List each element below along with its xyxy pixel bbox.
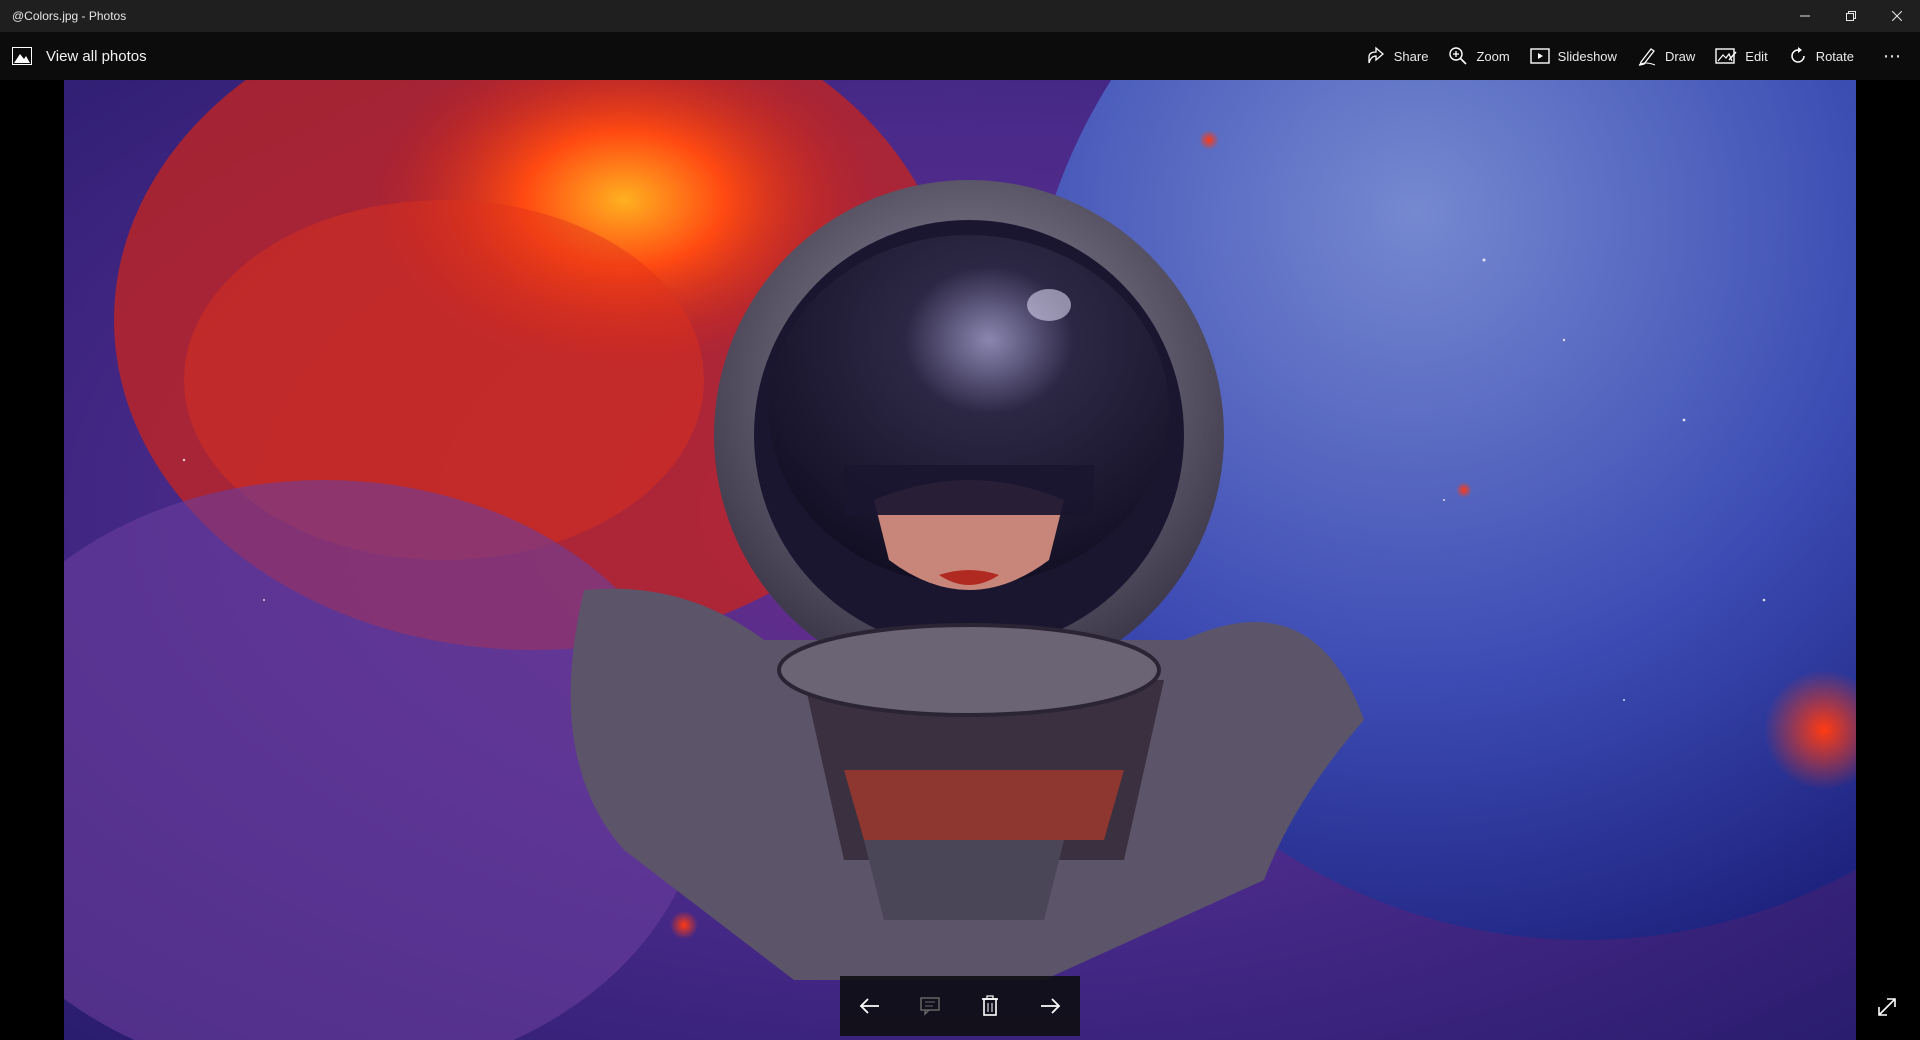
slideshow-label: Slideshow (1557, 48, 1617, 64)
restore-button[interactable] (1828, 0, 1874, 32)
close-button[interactable] (1874, 0, 1920, 32)
edit-icon (1715, 48, 1737, 64)
next-button[interactable] (1024, 980, 1076, 1032)
next-arrow-icon (1041, 998, 1061, 1014)
minimize-icon (1800, 15, 1810, 17)
draw-icon (1638, 48, 1656, 66)
fullscreen-button[interactable] (1870, 990, 1904, 1024)
edit-button[interactable]: Edit (1705, 32, 1777, 80)
edit-label: Edit (1745, 48, 1768, 64)
delete-icon (982, 995, 998, 1016)
command-toolbar: View all photos Share Zoom Slideshow Dra… (0, 32, 1920, 80)
astronaut-artwork (64, 80, 1856, 1040)
expand-icon (1878, 998, 1896, 1016)
view-all-photos-label: View all photos (46, 47, 147, 65)
minimize-button[interactable] (1782, 0, 1828, 32)
zoom-label: Zoom (1476, 48, 1510, 64)
share-icon (1368, 46, 1384, 64)
title-bar: @Colors.jpg - Photos (0, 0, 1920, 32)
photo-image[interactable] (64, 80, 1856, 1040)
slideshow-button[interactable]: Slideshow (1520, 32, 1627, 80)
draw-label: Draw (1664, 48, 1696, 64)
slideshow-comment-icon (920, 997, 940, 1016)
rotate-icon (1790, 47, 1805, 63)
restore-icon (1846, 11, 1856, 21)
more-options-button[interactable]: ⋯ (1864, 32, 1920, 80)
previous-button[interactable] (844, 980, 896, 1032)
share-button[interactable]: Share (1356, 32, 1439, 80)
photo-viewer (0, 80, 1920, 1040)
draw-button[interactable]: Draw (1627, 32, 1705, 80)
window-controls (1782, 0, 1920, 32)
slideshow-icon (1529, 48, 1550, 64)
photos-app-icon (12, 47, 32, 65)
rotate-button[interactable]: Rotate (1778, 32, 1864, 80)
zoom-button[interactable]: Zoom (1438, 32, 1519, 80)
close-icon (1892, 11, 1902, 21)
zoom-icon (1449, 47, 1468, 65)
more-icon: ⋯ (1883, 45, 1901, 66)
command-bar: Share Zoom Slideshow Draw Edit Rotate ⋯ (1356, 32, 1920, 80)
share-label: Share (1393, 48, 1429, 64)
previous-arrow-icon (859, 998, 879, 1014)
delete-button[interactable] (964, 980, 1016, 1032)
view-all-photos-button[interactable]: View all photos (12, 32, 147, 80)
rotate-label: Rotate (1815, 48, 1854, 64)
photo-navigation-bar (840, 976, 1080, 1036)
window-title: @Colors.jpg - Photos (12, 9, 127, 23)
slideshow-comment-button[interactable] (904, 980, 956, 1032)
